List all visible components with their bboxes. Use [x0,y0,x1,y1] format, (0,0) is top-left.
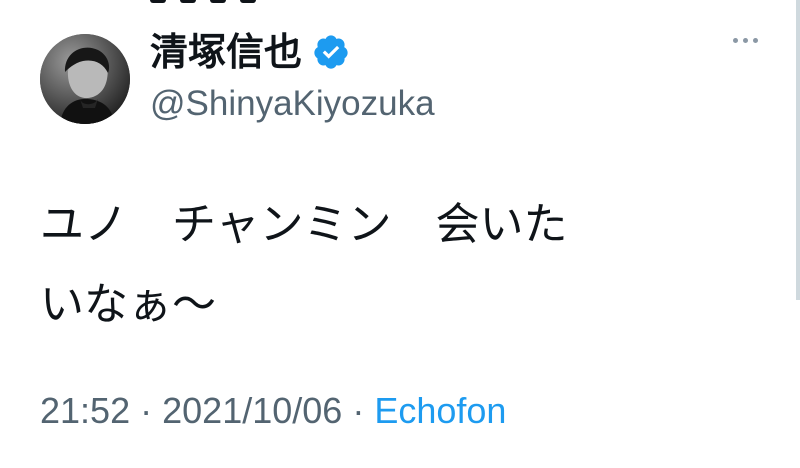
more-options-button[interactable] [733,38,758,43]
scrollbar[interactable] [796,0,800,300]
profile-photo-icon [40,34,130,124]
clipped-previous-content [150,0,260,6]
tweet-source-link[interactable]: Echofon [374,390,506,431]
tweet-author[interactable]: 清塚信也 @ShinyaKiyozuka [150,28,435,121]
more-options-icon [733,38,738,43]
verified-badge-icon [314,35,348,69]
more-options-icon [753,38,758,43]
tweet-detail-screen: 清塚信也 @ShinyaKiyozuka ユノ チャンミン 会いた いなぁ〜 2… [0,0,800,468]
tweet-time[interactable]: 21:52 [40,390,130,431]
avatar[interactable] [40,34,130,124]
author-name-row: 清塚信也 [150,28,435,76]
tweet-metadata: 21:52 · 2021/10/06 · Echofon [40,390,506,432]
tweet-date[interactable]: 2021/10/06 [162,390,342,431]
meta-separator: · [140,390,153,431]
meta-separator: · [352,390,365,431]
more-options-icon [743,38,748,43]
author-handle[interactable]: @ShinyaKiyozuka [150,86,435,121]
author-display-name[interactable]: 清塚信也 [150,33,302,71]
tweet-text: ユノ チャンミン 会いた いなぁ〜 [40,199,568,330]
